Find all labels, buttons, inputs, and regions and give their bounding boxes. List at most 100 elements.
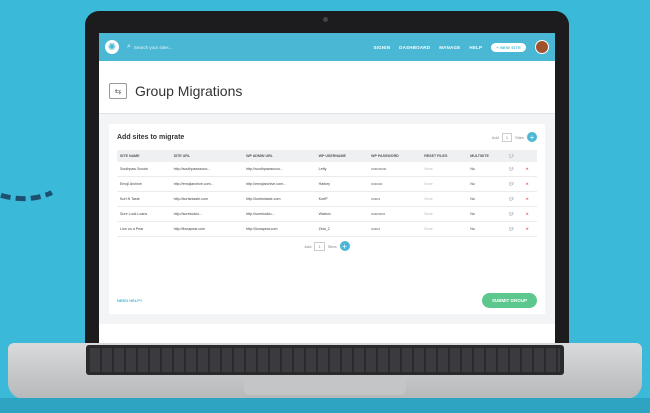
add-label: Add [491, 134, 499, 140]
reset-files-cell[interactable]: None [421, 206, 468, 222]
decorative-dashed-line [0, 84, 91, 216]
site-url-cell[interactable]: http://emojiarchive.com... [170, 176, 244, 192]
keyboard-keys [90, 348, 560, 372]
add-suffix: Sites [327, 243, 337, 249]
site-name-cell[interactable]: Kurt N Taste [117, 191, 171, 207]
avatar[interactable] [535, 40, 549, 54]
sites-table: SITE NAME SITE URL WP ADMIN URL WP USERN… [117, 150, 537, 237]
table-row: Kurt N Taste http://kurtsntaste.com http… [117, 191, 537, 207]
add-sites-control: Add 1 Sites + [492, 132, 537, 142]
laptop-lid: ✺ ⌕ Search your sites... SIGNIN DASHBOAR… [85, 11, 569, 343]
col-multisite: MULTISITE [467, 150, 507, 162]
username-cell[interactable]: KurtP [315, 191, 369, 207]
username-cell[interactable]: Watson [315, 206, 369, 222]
table-row: Sure Look Loans http://surelooklo... htt… [117, 206, 537, 222]
username-cell[interactable]: Harkey [315, 176, 369, 192]
page-content: Add sites to migrate Add 1 Sites + SITE … [99, 114, 555, 324]
trackpad [244, 377, 406, 395]
site-url-cell[interactable]: http://surelooklo... [170, 206, 244, 222]
submit-group-button[interactable]: SUBMIT GROUP [481, 293, 537, 308]
search-icon: ⌕ [127, 43, 131, 50]
site-name-cell[interactable]: Emoji Archive [117, 176, 171, 192]
admin-url-cell[interactable]: http://lionapear.com [243, 221, 316, 237]
card-footer: NEED HELP? SUBMIT GROUP [117, 293, 537, 308]
password-cell[interactable]: •••••••••••• [368, 162, 422, 177]
top-nav-bar: ✺ ⌕ Search your sites... SIGNIN DASHBOAR… [99, 33, 555, 61]
bottom-add-control: Add 1 Sites + [117, 241, 537, 251]
col-site-name: SITE NAME [117, 150, 171, 162]
add-suffix: Sites [515, 134, 524, 140]
table-row: Southpaw Scoots http://southpawsscoo... … [117, 162, 537, 177]
site-url-cell[interactable]: http://lionapear.com [170, 221, 244, 237]
keyboard [86, 345, 564, 375]
app-logo[interactable]: ✺ [105, 40, 119, 54]
site-name-cell[interactable]: Southpaw Scoots [117, 162, 171, 177]
delete-icon[interactable]: ✕ [522, 176, 537, 192]
username-cell[interactable]: Lefty [315, 162, 369, 177]
delete-icon[interactable]: ✕ [522, 221, 537, 237]
password-cell[interactable]: ••••••••••• [368, 206, 422, 222]
need-help-link[interactable]: NEED HELP? [117, 298, 142, 303]
add-count-input[interactable]: 1 [314, 241, 325, 251]
add-count-input[interactable]: 1 [501, 132, 513, 142]
reset-files-cell[interactable]: None [421, 191, 468, 207]
laptop-screen: ✺ ⌕ Search your sites... SIGNIN DASHBOAR… [99, 33, 555, 343]
site-url-cell[interactable]: http://southpawsscoo... [170, 162, 244, 177]
multisite-select[interactable]: No [467, 221, 507, 237]
search-input[interactable]: Search your sites... [134, 45, 173, 50]
nav-signin[interactable]: SIGNIN [373, 45, 390, 50]
comment-icon[interactable]: 💬 [506, 221, 523, 237]
comment-icon[interactable]: 💬 [506, 191, 523, 207]
multisite-select[interactable]: No [467, 206, 507, 222]
col-site-url: SITE URL [170, 150, 244, 162]
col-password: WP PASSWORD [368, 150, 422, 162]
migration-icon: ⇆ [109, 83, 127, 99]
multisite-select[interactable]: No [467, 176, 507, 192]
card-header: Add sites to migrate Add 1 Sites + [117, 132, 537, 142]
table-row: Lion on a Pear http://lionapear.com http… [117, 221, 537, 237]
nav-manage[interactable]: MANAGE [439, 45, 460, 50]
nav-dashboard[interactable]: DASHBOARD [399, 45, 430, 50]
col-username: WP USERNAME [315, 150, 369, 162]
add-site-button[interactable]: + NEW SITE [491, 42, 526, 52]
site-name-cell[interactable]: Sure Look Loans [117, 206, 171, 222]
delete-icon[interactable]: ✕ [522, 206, 537, 222]
nav-help[interactable]: HELP [469, 45, 482, 50]
laptop-shadow [0, 398, 650, 413]
username-cell[interactable]: Zeto_2 [315, 221, 369, 237]
admin-url-cell[interactable]: http://emojiarchive.com... [243, 176, 316, 192]
search-area[interactable]: ⌕ Search your sites... [127, 43, 172, 51]
migration-card: Add sites to migrate Add 1 Sites + SITE … [109, 124, 545, 314]
laptop-base [8, 343, 642, 399]
reset-files-cell[interactable]: None [421, 162, 468, 177]
comment-icon[interactable]: 💬 [506, 176, 523, 192]
col-admin-url: WP ADMIN URL [243, 150, 316, 162]
col-reset-files: RESET FILES [421, 150, 468, 162]
reset-files-cell[interactable]: None [421, 176, 468, 192]
top-nav-links: SIGNIN DASHBOARD MANAGE HELP + NEW SITE [373, 40, 549, 54]
card-title: Add sites to migrate [117, 133, 185, 141]
comment-icon[interactable]: 💬 [506, 162, 523, 177]
page-header: ⇆ Group Migrations [99, 61, 555, 114]
site-name-cell[interactable]: Lion on a Pear [117, 221, 171, 237]
multisite-select[interactable]: No [467, 162, 507, 177]
comment-icon[interactable]: 💬 [506, 206, 523, 222]
admin-url-cell[interactable]: http://surelooklo... [243, 206, 316, 222]
password-cell[interactable]: ••••••• [368, 221, 422, 237]
multisite-select[interactable]: No [467, 191, 507, 207]
camera-icon [323, 17, 328, 22]
delete-icon[interactable]: ✕ [522, 191, 537, 207]
add-plus-icon[interactable]: + [339, 241, 350, 251]
password-cell[interactable]: ••••••••• [368, 176, 422, 192]
admin-url-cell[interactable]: http://southpawsscoo... [243, 162, 316, 177]
site-url-cell[interactable]: http://kurtsntaste.com [170, 191, 244, 207]
add-plus-icon[interactable]: + [527, 132, 537, 142]
admin-url-cell[interactable]: http://kurtsntaste.com [243, 191, 316, 207]
password-cell[interactable]: ••••••• [368, 191, 422, 207]
delete-icon[interactable]: ✕ [522, 162, 537, 177]
reset-files-cell[interactable]: None [421, 221, 468, 237]
add-label: Add [304, 243, 312, 249]
table-row: Emoji Archive http://emojiarchive.com...… [117, 176, 537, 192]
comment-header-icon: 💬 [506, 150, 523, 162]
page-title: Group Migrations [135, 83, 243, 99]
